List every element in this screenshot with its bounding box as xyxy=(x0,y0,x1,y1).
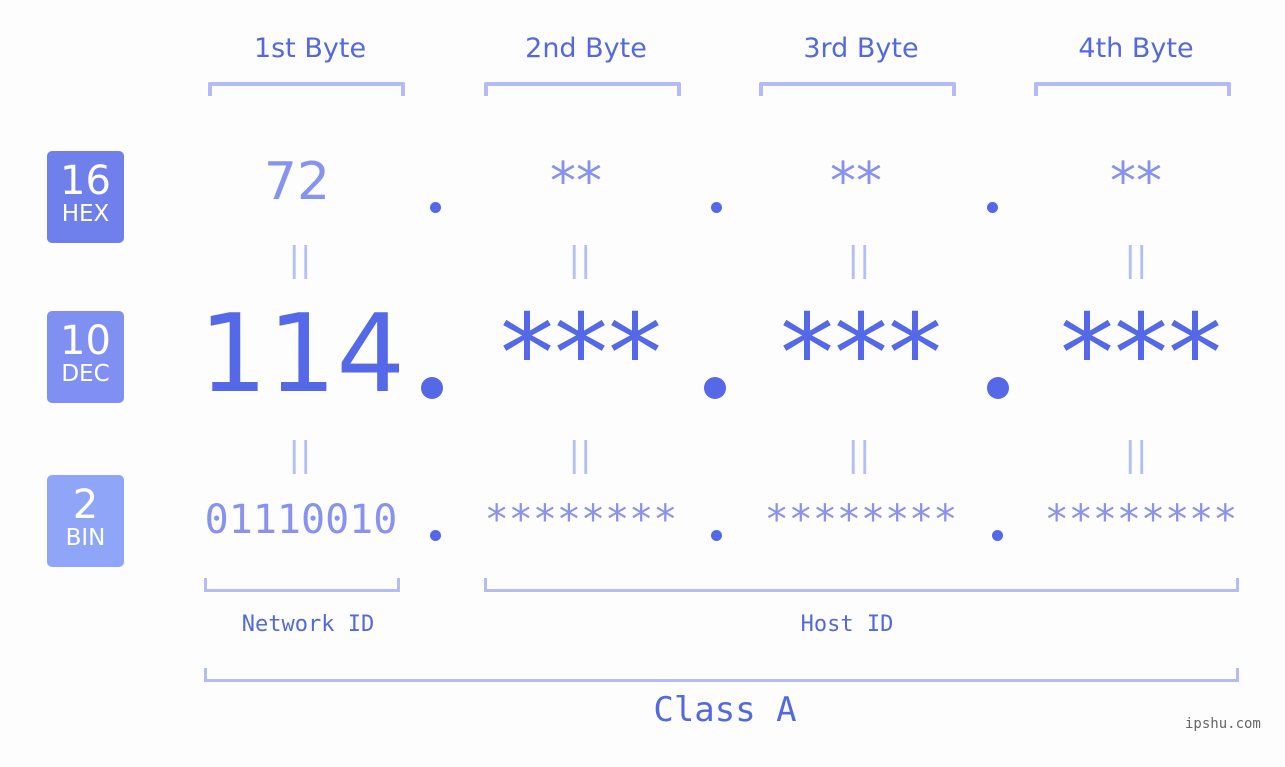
equals-dec-bin-3: || xyxy=(847,435,871,475)
host-id-bracket xyxy=(484,578,1239,592)
equals-hex-dec-3: || xyxy=(847,240,871,280)
dec-dot-2 xyxy=(704,377,726,399)
hex-badge-base: 16 xyxy=(60,158,111,204)
byte-header-1: 1st Byte xyxy=(253,33,367,64)
equals-hex-dec-4: || xyxy=(1124,240,1148,280)
byte-bracket-4 xyxy=(1034,82,1231,96)
class-bracket xyxy=(204,668,1239,682)
hex-octet-1: 72 xyxy=(263,152,331,212)
equals-dec-bin-1: || xyxy=(288,435,312,475)
bin-badge: 2 BIN xyxy=(47,475,124,567)
dec-dot-3 xyxy=(987,377,1009,399)
bin-octet-1: 01110010 xyxy=(204,497,398,543)
equals-dec-bin-4: || xyxy=(1124,435,1148,475)
dec-octet-4: *** xyxy=(1060,292,1222,417)
dec-badge-label: DEC xyxy=(61,361,110,387)
hex-octet-3: ** xyxy=(830,152,882,212)
hex-octet-2: ** xyxy=(550,152,602,212)
hex-dot-3 xyxy=(987,202,998,213)
dec-badge-base: 10 xyxy=(60,318,111,364)
hex-badge: 16 HEX xyxy=(47,151,124,243)
equals-hex-dec-2: || xyxy=(568,240,592,280)
host-id-label: Host ID xyxy=(800,612,894,637)
bin-octet-2: ******** xyxy=(484,497,678,543)
bin-dot-3 xyxy=(992,530,1003,541)
watermark: ipshu.com xyxy=(1185,716,1261,732)
hex-badge-label: HEX xyxy=(61,201,110,227)
byte-bracket-2 xyxy=(484,82,681,96)
bin-octet-4: ******** xyxy=(1044,497,1238,543)
equals-hex-dec-1: || xyxy=(288,240,312,280)
hex-octet-4: ** xyxy=(1110,152,1162,212)
hex-dot-1 xyxy=(430,202,441,213)
class-label: Class A xyxy=(653,690,797,730)
dec-octet-3: *** xyxy=(780,292,942,417)
hex-dot-2 xyxy=(711,202,722,213)
bin-dot-1 xyxy=(430,530,441,541)
byte-bracket-3 xyxy=(759,82,956,96)
dec-dot-1 xyxy=(421,377,443,399)
byte-header-4: 4th Byte xyxy=(1078,33,1194,64)
dec-octet-1: 114 xyxy=(198,292,406,417)
bin-octet-3: ******** xyxy=(764,497,958,543)
bin-dot-2 xyxy=(711,530,722,541)
network-id-label: Network ID xyxy=(241,612,375,637)
bin-badge-base: 2 xyxy=(72,482,99,528)
byte-header-3: 3rd Byte xyxy=(803,33,919,64)
bin-badge-label: BIN xyxy=(65,525,106,551)
network-id-bracket xyxy=(204,578,400,592)
byte-bracket-1 xyxy=(208,82,405,96)
byte-header-2: 2nd Byte xyxy=(525,33,647,64)
dec-badge: 10 DEC xyxy=(47,311,124,403)
dec-octet-2: *** xyxy=(500,292,662,417)
equals-dec-bin-2: || xyxy=(568,435,592,475)
